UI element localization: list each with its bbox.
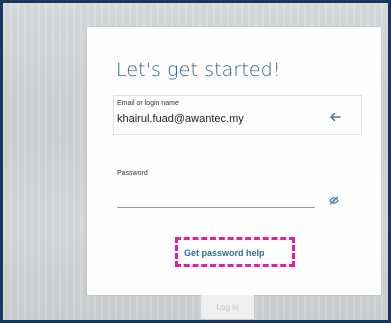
- hide-password-icon[interactable]: [329, 192, 339, 205]
- password-label: Password: [117, 170, 148, 177]
- back-arrow-icon[interactable]: [328, 110, 342, 122]
- get-password-help-link[interactable]: Get password help: [184, 248, 265, 258]
- email-field[interactable]: khairul.fuad@awantec.my: [117, 113, 244, 125]
- page-title: Let's get started!: [116, 59, 281, 81]
- login-button[interactable]: Log in: [201, 295, 254, 319]
- email-label: Email or login name: [117, 100, 179, 107]
- password-field[interactable]: [117, 185, 315, 208]
- login-card: Let's get started! Email or login name k…: [87, 27, 381, 319]
